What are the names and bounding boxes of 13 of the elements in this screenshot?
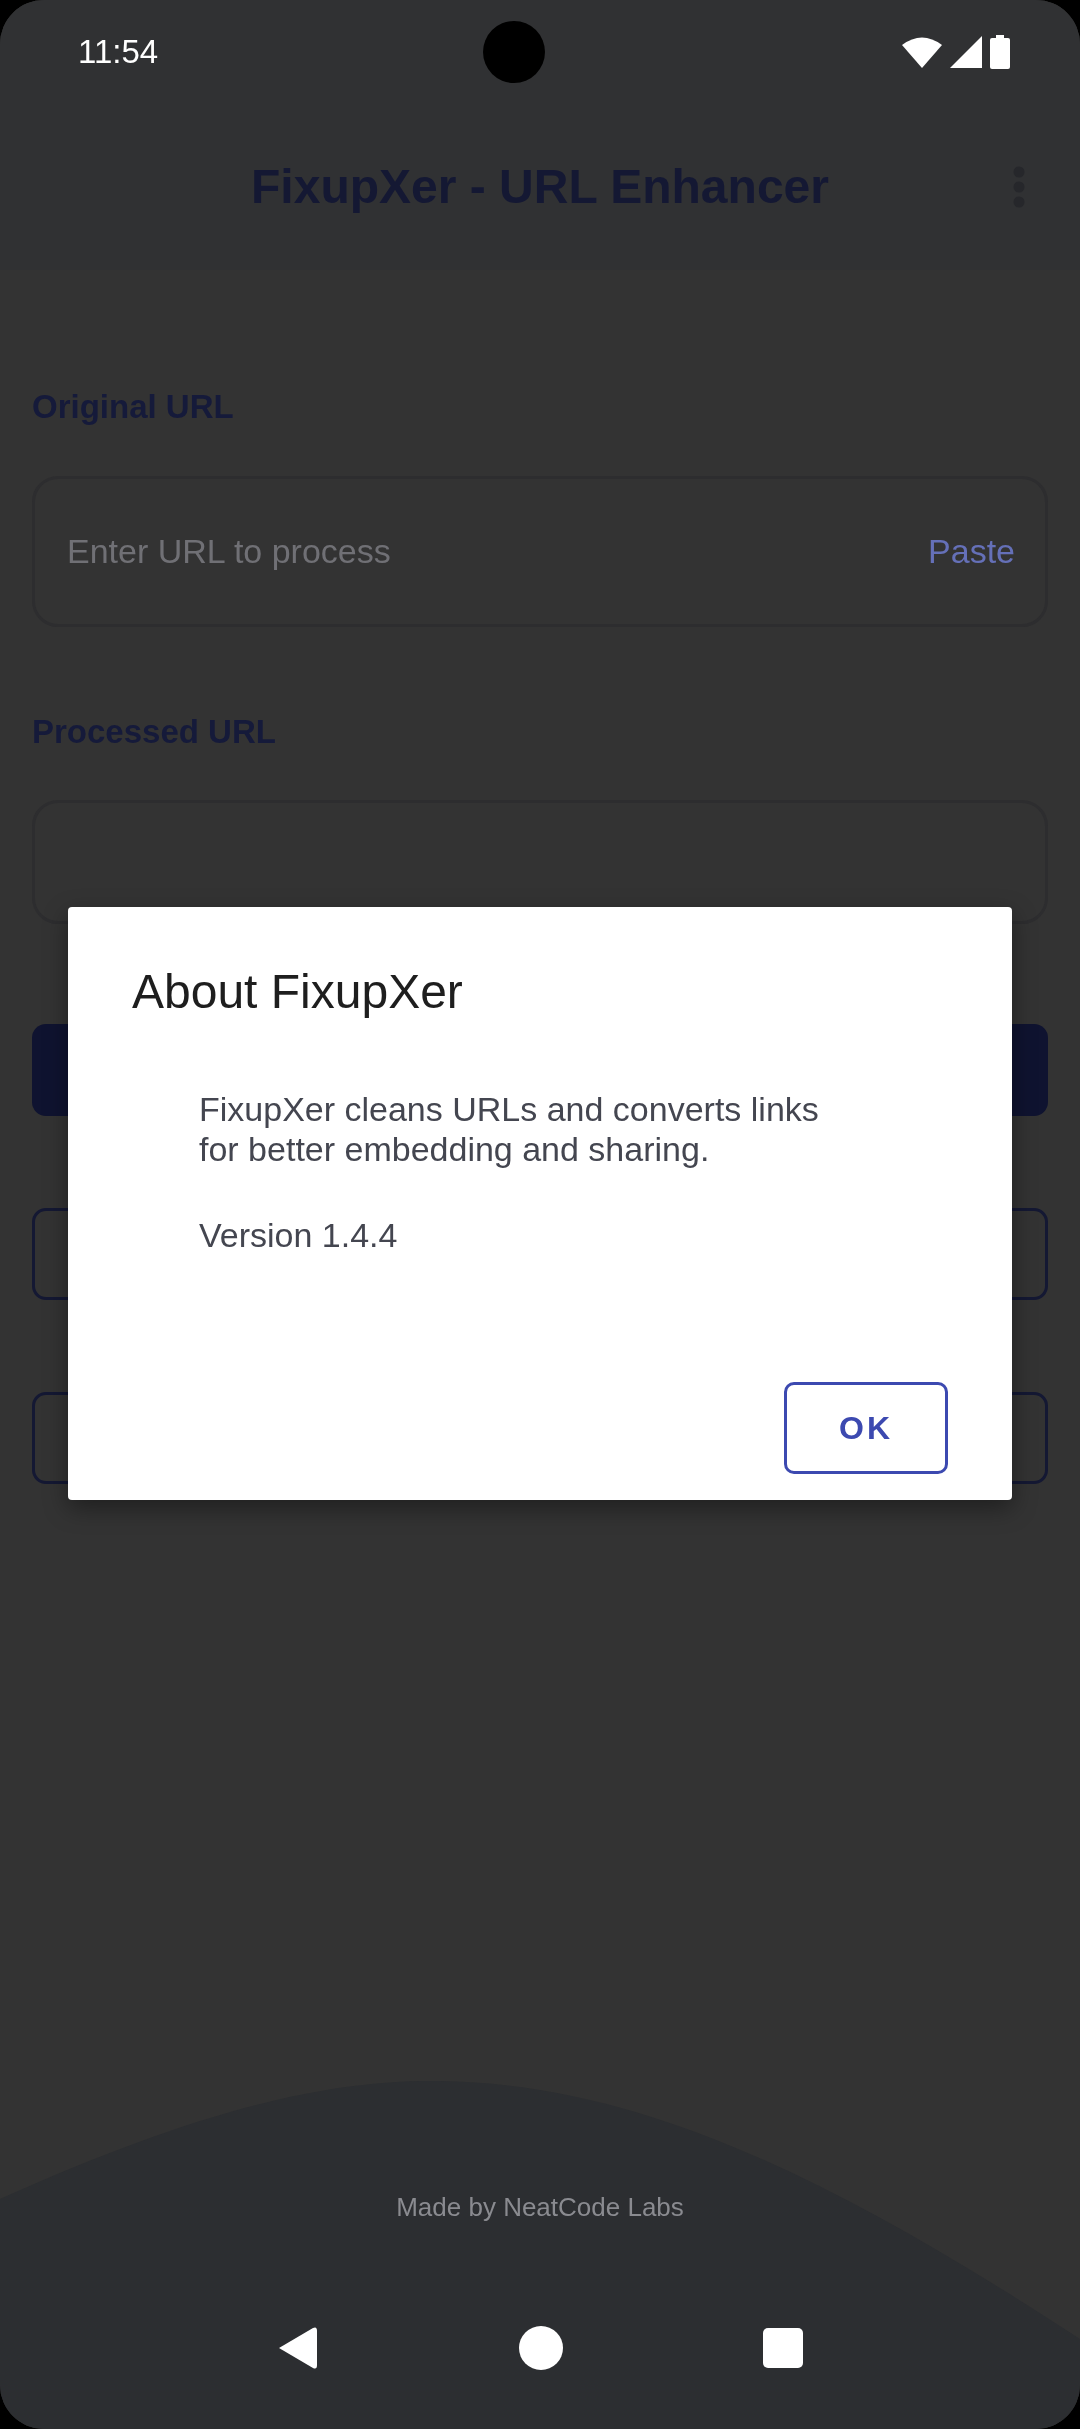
url-input-field[interactable]: Enter URL to process Paste (32, 475, 1048, 627)
ok-button[interactable]: OK (784, 1382, 948, 1474)
version-text: Version 1.4.4 (199, 1215, 399, 1257)
signal-icon (950, 36, 982, 68)
footer-credit: Made by NeatCode Labs (395, 2191, 685, 2224)
back-icon[interactable] (277, 2326, 319, 2370)
paste-button[interactable]: Paste (928, 525, 1015, 577)
battery-icon (990, 35, 1010, 69)
status-time: 11:54 (78, 32, 159, 73)
dialog-title: About FixupXer (132, 964, 464, 1020)
dialog-message: FixupXer cleans URLs and converts links for better embedding and sharing. (199, 1088, 820, 1171)
home-icon[interactable] (519, 2326, 563, 2370)
wifi-icon (902, 36, 942, 68)
